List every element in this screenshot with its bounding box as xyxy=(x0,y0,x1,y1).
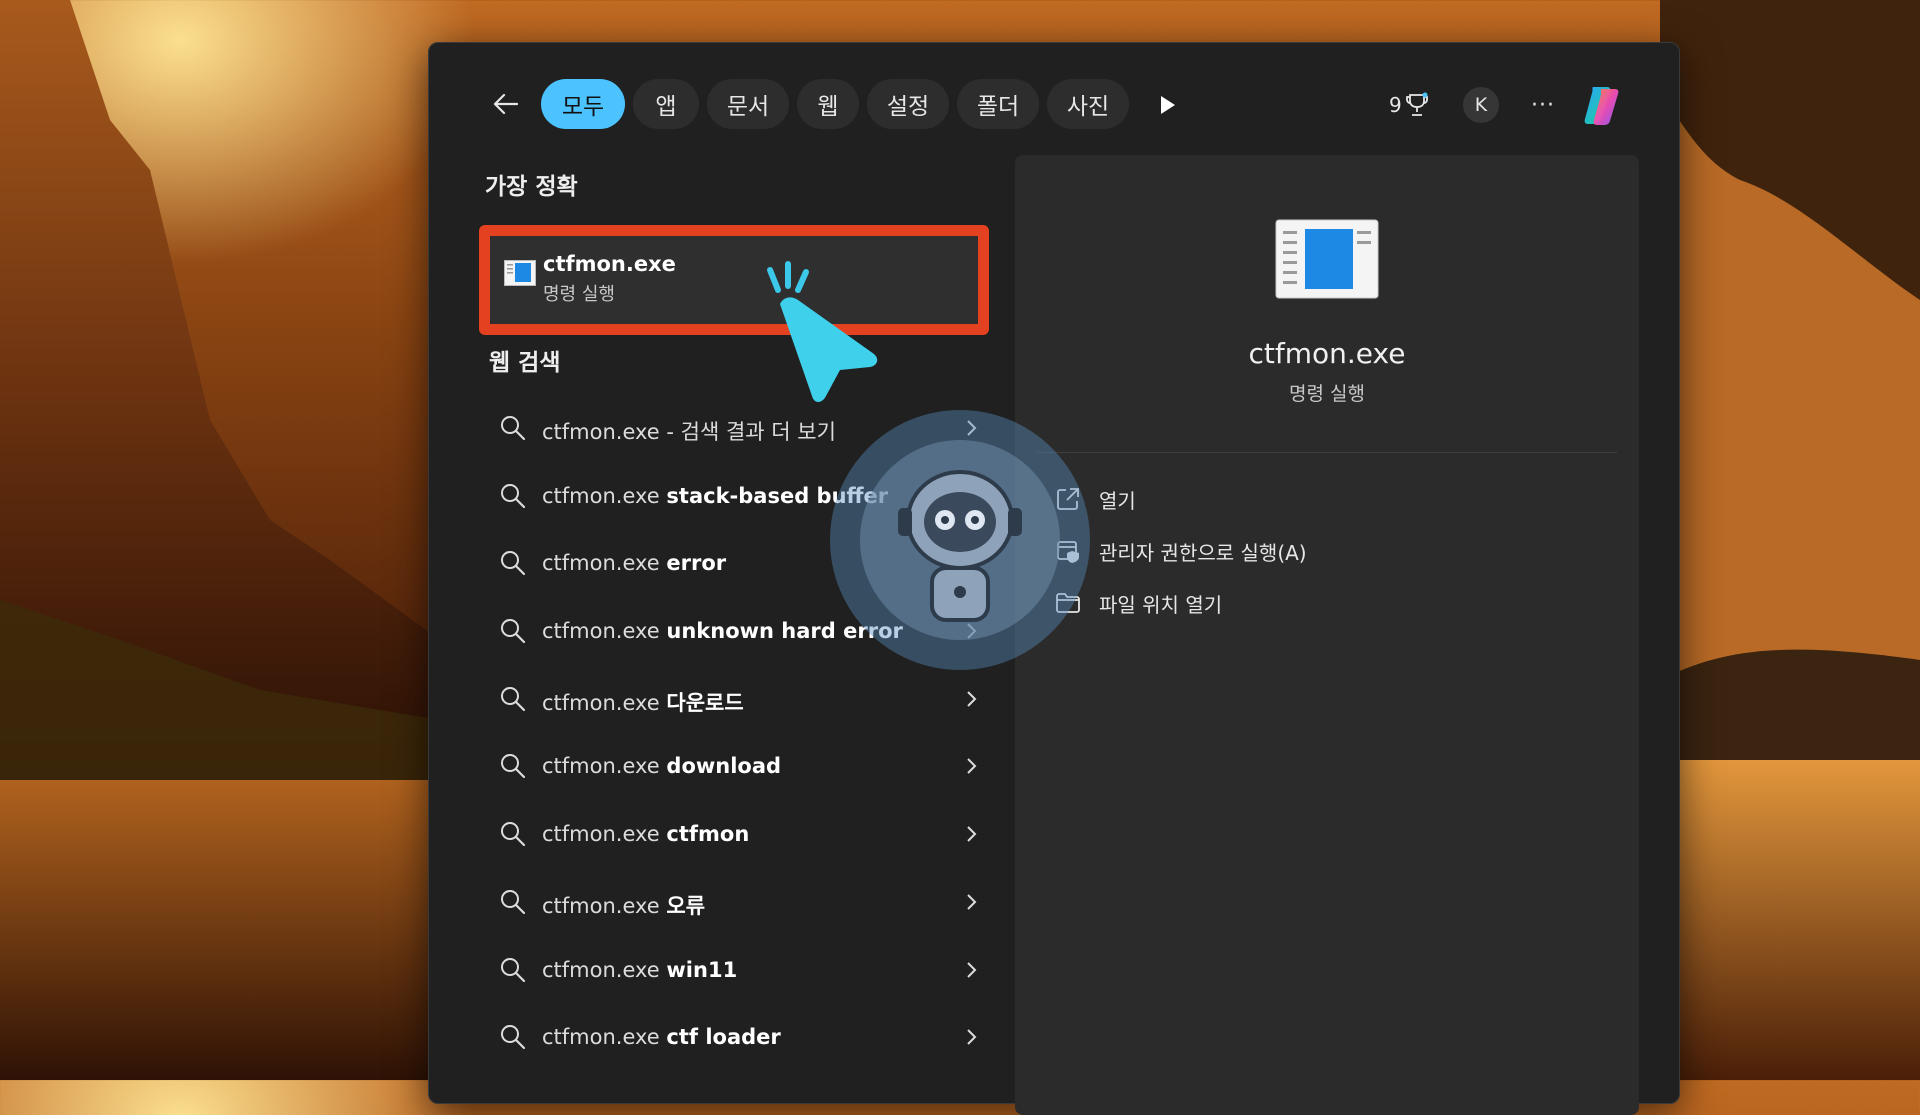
run-as-admin-icon xyxy=(1057,541,1079,563)
run-as-admin-label: 관리자 권한으로 실행(A) xyxy=(1099,540,1307,565)
web-search-query: ctfmon.exe xyxy=(542,420,660,444)
search-icon xyxy=(501,822,526,847)
web-search-keyword: win11 xyxy=(666,957,738,982)
chevron-right-icon xyxy=(967,623,977,639)
search-icon xyxy=(501,957,526,982)
open-file-location-action[interactable]: 파일 위치 열기 xyxy=(1055,585,1222,621)
web-search-query: ctfmon.exe xyxy=(542,483,660,508)
search-icon xyxy=(501,686,526,711)
chevron-right-icon xyxy=(967,555,977,572)
wallpaper-left-cliffs xyxy=(0,0,440,1080)
open-action-label: 열기 xyxy=(1099,488,1136,513)
web-search-keyword: 오류 xyxy=(666,893,706,918)
search-icon xyxy=(501,889,526,914)
detail-divider xyxy=(1037,452,1617,453)
back-button[interactable] xyxy=(489,87,523,121)
web-search-item[interactable]: ctfmon.exe unknown hard error xyxy=(479,599,989,667)
web-search-query: ctfmon.exe xyxy=(542,957,660,982)
web-search-item[interactable]: ctfmon.exe 다운로드 xyxy=(479,667,989,735)
best-match-title: ctfmon.exe xyxy=(543,252,676,276)
web-search-query: ctfmon.exe xyxy=(542,619,660,644)
tab-apps[interactable]: 앱 xyxy=(633,79,699,129)
web-search-item[interactable]: ctfmon.exe ctfmon xyxy=(479,802,989,870)
account-avatar[interactable]: K xyxy=(1463,87,1499,123)
back-arrow-icon xyxy=(493,93,519,115)
more-filters-play-icon[interactable] xyxy=(1153,91,1181,119)
chevron-right-icon xyxy=(967,420,977,436)
tab-documents[interactable]: 문서 xyxy=(707,79,789,129)
chevron-right-icon xyxy=(967,1029,977,1045)
web-search-item[interactable]: ctfmon.exe - 검색 결과 더 보기 xyxy=(479,396,989,464)
best-match-result[interactable]: ctfmon.exe 명령 실행 xyxy=(479,225,989,335)
web-search-list: ctfmon.exe - 검색 결과 더 보기 ctfmon.exe stack… xyxy=(479,396,989,1073)
copilot-icon[interactable] xyxy=(1579,81,1629,131)
web-search-keyword: download xyxy=(666,754,782,779)
open-external-icon xyxy=(1057,488,1079,510)
web-search-heading: 웹 검색 xyxy=(489,350,561,376)
web-search-query: ctfmon.exe xyxy=(542,1025,660,1050)
chevron-right-icon xyxy=(967,758,977,775)
web-search-keyword: ctf loader xyxy=(666,1025,781,1050)
tab-folders[interactable]: 폴더 xyxy=(957,79,1039,129)
filter-bar: 모두 앱 문서 웹 설정 폴더 사진 9 K ··· xyxy=(429,43,1679,165)
web-search-query: ctfmon.exe xyxy=(542,754,660,779)
web-search-keyword: ctfmon xyxy=(666,822,750,847)
folder-icon xyxy=(1056,593,1080,613)
search-icon xyxy=(501,551,526,576)
chevron-right-icon xyxy=(967,894,977,910)
rewards-points[interactable]: 9 xyxy=(1389,87,1429,123)
tab-all[interactable]: 모두 xyxy=(541,79,625,129)
app-window-large-icon xyxy=(1275,219,1379,299)
web-search-item[interactable]: ctfmon.exe 오류 xyxy=(479,870,989,938)
web-search-keyword: 다운로드 xyxy=(666,690,744,715)
web-search-query: ctfmon.exe xyxy=(542,822,660,847)
chevron-right-icon xyxy=(967,487,977,504)
app-window-icon xyxy=(504,260,536,286)
search-icon xyxy=(501,1025,526,1050)
web-search-item[interactable]: ctfmon.exe stack-based buffer xyxy=(479,464,989,532)
search-icon xyxy=(501,619,526,644)
web-search-query: ctfmon.exe xyxy=(542,551,660,576)
detail-pane: ctfmon.exe 명령 실행 열기 관리자 권한으로 실행(A) 파일 위치… xyxy=(1015,155,1639,1115)
detail-subtitle: 명령 실행 xyxy=(1289,383,1365,405)
web-search-query: ctfmon.exe xyxy=(542,690,660,715)
search-icon xyxy=(501,754,526,779)
web-search-keyword: stack-based buffer xyxy=(666,483,889,508)
web-search-item[interactable]: ctfmon.exe win11 xyxy=(479,938,989,1006)
web-search-suffix: - 검색 결과 더 보기 xyxy=(659,420,836,444)
chevron-right-icon xyxy=(967,691,977,707)
search-icon xyxy=(501,483,526,508)
search-icon xyxy=(501,416,526,441)
tab-web[interactable]: 웹 xyxy=(797,79,859,129)
tab-photos[interactable]: 사진 xyxy=(1047,79,1129,129)
open-action[interactable]: 열기 xyxy=(1055,481,1136,517)
chevron-right-icon xyxy=(967,826,977,842)
chevron-right-icon xyxy=(967,961,977,978)
more-options-button[interactable]: ··· xyxy=(1525,87,1561,123)
web-search-keyword: error xyxy=(666,551,727,576)
best-match-subtitle: 명령 실행 xyxy=(543,284,615,305)
web-search-query: ctfmon.exe xyxy=(542,893,660,918)
tab-settings[interactable]: 설정 xyxy=(867,79,949,129)
detail-title: ctfmon.exe xyxy=(1248,337,1406,370)
open-file-location-label: 파일 위치 열기 xyxy=(1099,592,1223,617)
web-search-item[interactable]: ctfmon.exe ctf loader xyxy=(479,1005,989,1073)
wallpaper-right-trees xyxy=(1660,0,1920,1080)
web-search-item[interactable]: ctfmon.exe download xyxy=(479,734,989,802)
trophy-icon xyxy=(1405,92,1428,116)
web-search-keyword: unknown hard error xyxy=(666,619,903,644)
best-match-heading: 가장 정확 xyxy=(485,174,578,200)
rewards-points-value: 9 xyxy=(1389,93,1402,117)
web-search-item[interactable]: ctfmon.exe error xyxy=(479,531,989,599)
run-as-admin-action[interactable]: 관리자 권한으로 실행(A) xyxy=(1055,533,1307,569)
windows-search-panel: 모두 앱 문서 웹 설정 폴더 사진 9 K ··· 가장 정확 ctfmon.… xyxy=(428,42,1680,1115)
